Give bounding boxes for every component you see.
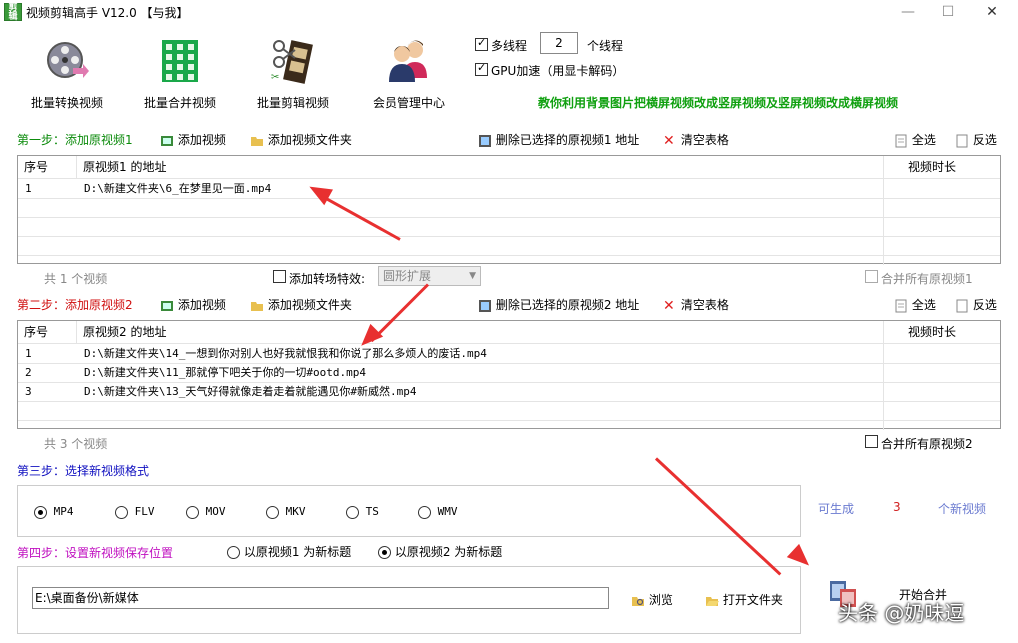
thread-count-input[interactable]: 2 bbox=[540, 32, 578, 54]
title-option-video1[interactable]: 以原视频1 为新标题 bbox=[227, 543, 351, 560]
thread-unit-label: 个线程 bbox=[587, 39, 624, 53]
format-option-mp4[interactable]: MP4 bbox=[34, 505, 74, 519]
film-scissors-icon: ✂ bbox=[271, 40, 313, 84]
format-option-ts[interactable]: TS bbox=[346, 505, 379, 519]
folder-add-icon bbox=[251, 136, 263, 146]
app-logo-icon: 剪辑 bbox=[4, 3, 22, 22]
can-generate-label: 可生成 bbox=[818, 502, 855, 516]
red-x-icon: ✕ bbox=[663, 297, 675, 314]
step1-video-table[interactable]: 序号 原视频1 的地址 视频时长 1 D:\新建文件夹\6_在梦里见一面.mp4 bbox=[17, 155, 1001, 265]
table-row[interactable]: 2 D:\新建文件夹\11_那就停下吧关于你的一切#ootd.mp4 bbox=[18, 363, 1000, 382]
column-header-path: 原视频1 的地址 bbox=[83, 160, 167, 174]
step2-merge-all-label: 合并所有原视频2 bbox=[881, 437, 973, 451]
promo-link[interactable]: 教你利用背景图片把横屏视频改成竖屏视频及竖屏视频改成横屏视频 bbox=[538, 94, 898, 111]
step2-video-table[interactable]: 序号 原视频2 的地址 视频时长 1 D:\新建文件夹\14_一想到你对别人也好… bbox=[17, 320, 1001, 430]
transition-checkbox[interactable] bbox=[273, 269, 286, 283]
batch-edit-button[interactable]: ✂ 批量剪辑视频 bbox=[238, 30, 348, 112]
step2-delete-selected-button[interactable]: 删除已选择的原视频2 地址 bbox=[478, 296, 639, 313]
step1-merge-all-checkbox[interactable] bbox=[865, 269, 878, 283]
title-bar: 剪辑 视频剪辑高手 V12.0 【与我】 — ☐ ✕ bbox=[0, 0, 1018, 24]
column-header-path: 原视频2 的地址 bbox=[83, 325, 167, 339]
title-option-video2[interactable]: 以原视频2 为新标题 bbox=[378, 543, 502, 560]
batch-merge-button[interactable]: 批量合并视频 bbox=[125, 30, 235, 112]
step1-invert-button[interactable]: 反选 bbox=[955, 131, 997, 148]
step2-merge-all-checkbox[interactable] bbox=[865, 434, 878, 448]
step2-add-video-button[interactable]: 添加视频 bbox=[160, 296, 226, 313]
batch-convert-button[interactable]: 批量转换视频 bbox=[12, 30, 122, 112]
folder-open-icon bbox=[706, 596, 719, 606]
gpu-checkbox[interactable] bbox=[475, 61, 488, 76]
step1-merge-all-label: 合并所有原视频1 bbox=[881, 272, 973, 286]
step3-title: 第三步：选择新视频格式 bbox=[17, 464, 150, 478]
document-icon bbox=[895, 134, 907, 147]
transition-label: 添加转场特效: bbox=[289, 272, 366, 286]
toolbar-label: 批量合并视频 bbox=[143, 96, 216, 110]
svg-text:✂: ✂ bbox=[271, 72, 279, 83]
maximize-button[interactable]: ☐ bbox=[928, 0, 968, 24]
column-header-index: 序号 bbox=[24, 325, 49, 339]
multithread-checkbox[interactable] bbox=[475, 36, 488, 51]
column-header-index: 序号 bbox=[24, 160, 49, 174]
table-row[interactable]: 3 D:\新建文件夹\13_天气好得就像走着走着就能遇见你#新威然.mp4 bbox=[18, 382, 1000, 401]
film-add-icon bbox=[161, 300, 173, 311]
step2-select-all-button[interactable]: 全选 bbox=[894, 296, 936, 313]
toolbar-label: 批量转换视频 bbox=[30, 96, 103, 110]
member-center-button[interactable]: 会员管理中心 bbox=[354, 30, 464, 112]
step1-count: 共 1 个视频 bbox=[44, 272, 108, 286]
document-icon bbox=[895, 299, 907, 312]
step1-add-folder-button[interactable]: 添加视频文件夹 bbox=[250, 131, 352, 148]
step2-title: 第二步：添加原视频2 bbox=[17, 298, 133, 312]
chevron-down-icon: ▼ bbox=[469, 271, 476, 281]
toolbar-label: 批量剪辑视频 bbox=[256, 96, 329, 110]
step1-delete-selected-button[interactable]: 删除已选择的原视频1 地址 bbox=[478, 131, 639, 148]
step2-clear-table-button[interactable]: ✕ 清空表格 bbox=[663, 296, 729, 313]
table-row[interactable]: 1 D:\新建文件夹\14_一想到你对别人也好我就恨我和你说了那么多烦人的废话.… bbox=[18, 344, 1000, 363]
step2-count: 共 3 个视频 bbox=[44, 437, 108, 451]
format-option-mov[interactable]: MOV bbox=[186, 505, 226, 519]
watermark: 头条 @奶味逗 bbox=[838, 601, 965, 625]
column-header-duration: 视频时长 bbox=[908, 160, 957, 174]
step4-title: 第四步：设置新视频保存位置 bbox=[17, 546, 174, 560]
close-button[interactable]: ✕ bbox=[972, 0, 1012, 24]
film-delete-icon bbox=[479, 299, 491, 312]
folder-search-icon bbox=[632, 596, 644, 606]
generate-unit-label: 个新视频 bbox=[938, 502, 987, 516]
gpu-label: GPU加速（用显卡解码） bbox=[491, 64, 625, 78]
format-option-flv[interactable]: FLV bbox=[115, 505, 155, 519]
step1-clear-table-button[interactable]: ✕ 清空表格 bbox=[663, 131, 729, 148]
folder-add-icon bbox=[251, 301, 263, 311]
step1-add-video-button[interactable]: 添加视频 bbox=[160, 131, 226, 148]
transition-select[interactable]: 圆形扩展 ▼ bbox=[378, 266, 481, 286]
step1-select-all-button[interactable]: 全选 bbox=[894, 131, 936, 148]
multithread-label: 多线程 bbox=[491, 39, 528, 53]
red-x-icon: ✕ bbox=[663, 132, 675, 149]
column-header-duration: 视频时长 bbox=[908, 325, 957, 339]
blank-document-icon bbox=[956, 134, 968, 147]
save-path-input[interactable]: E:\桌面备份\新媒体 bbox=[32, 587, 609, 609]
format-option-mkv[interactable]: MKV bbox=[266, 505, 306, 519]
users-icon bbox=[389, 40, 427, 82]
film-delete-icon bbox=[479, 134, 491, 147]
step2-invert-button[interactable]: 反选 bbox=[955, 296, 997, 313]
browse-button[interactable]: 浏览 bbox=[631, 591, 673, 608]
step2-add-folder-button[interactable]: 添加视频文件夹 bbox=[250, 296, 352, 313]
window-title: 视频剪辑高手 V12.0 【与我】 bbox=[26, 6, 189, 20]
blank-document-icon bbox=[956, 299, 968, 312]
table-row[interactable]: 1 D:\新建文件夹\6_在梦里见一面.mp4 bbox=[18, 179, 1000, 198]
film-add-icon bbox=[161, 135, 173, 146]
minimize-button[interactable]: — bbox=[888, 0, 928, 24]
film-reel-icon bbox=[47, 42, 89, 78]
toolbar-label: 会员管理中心 bbox=[372, 96, 445, 110]
step1-title: 第一步：添加原视频1 bbox=[17, 133, 133, 147]
format-option-wmv[interactable]: WMV bbox=[418, 505, 458, 519]
generate-count: 3 bbox=[893, 500, 901, 514]
building-grid-icon bbox=[162, 40, 198, 82]
open-folder-button[interactable]: 打开文件夹 bbox=[705, 591, 783, 608]
